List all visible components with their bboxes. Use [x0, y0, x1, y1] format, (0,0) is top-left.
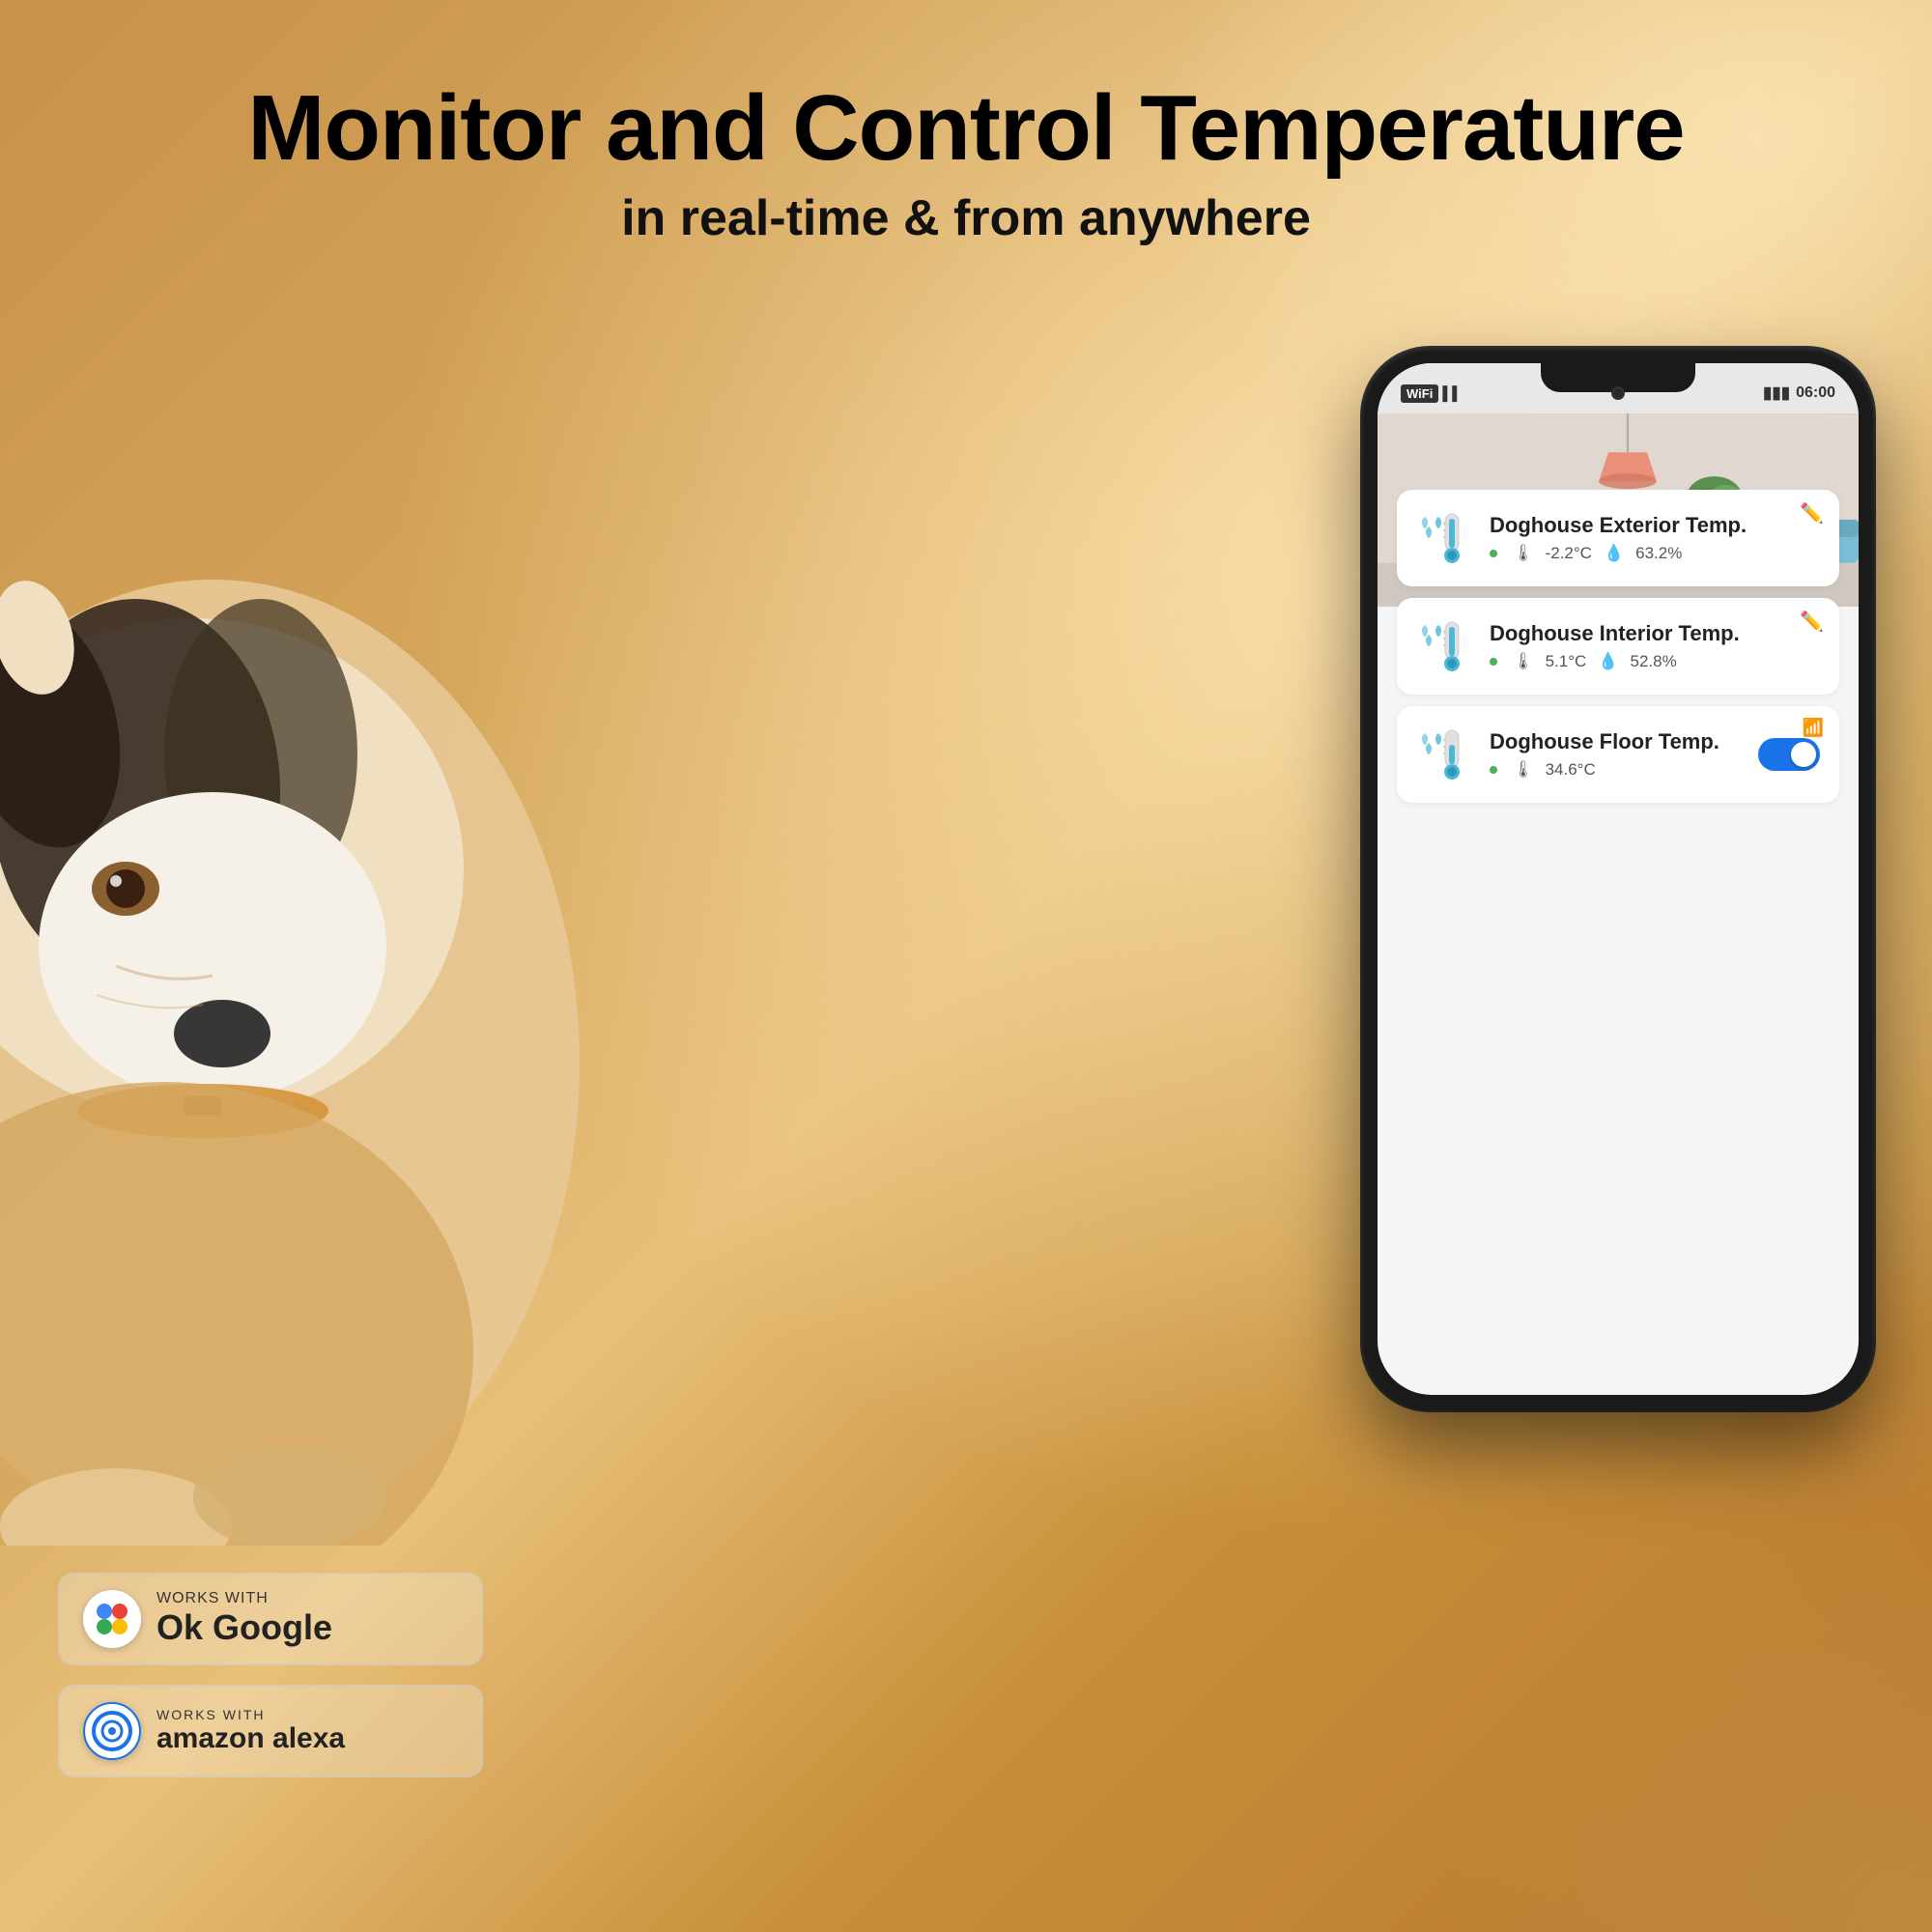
device-info-floor: Doghouse Floor Temp. 🌡 34.6°C	[1490, 729, 1743, 780]
device-stats-interior: 🌡 5.1°C 💧 52.8%	[1490, 652, 1820, 671]
status-dot-exterior	[1490, 550, 1497, 557]
temp-value-interior: 5.1°C	[1546, 652, 1587, 671]
phone-mockup: WiFi ▌▌ ▮▮▮ 06:00	[1362, 348, 1874, 1410]
humidity-icon-2: 💧	[1598, 652, 1618, 671]
edit-icon-interior[interactable]: ✏️	[1800, 610, 1824, 634]
humidity-value-exterior: 63.2%	[1635, 544, 1682, 563]
temp-icon-small-2: 🌡	[1513, 652, 1534, 671]
main-title: Monitor and Control Temperature	[39, 77, 1893, 180]
google-logo-svg	[91, 1598, 133, 1640]
status-bar-left: WiFi ▌▌	[1401, 384, 1462, 403]
phone-outer: WiFi ▌▌ ▮▮▮ 06:00	[1362, 348, 1874, 1410]
alexa-badge: WORKS WITH amazon alexa	[58, 1685, 483, 1777]
device-card-exterior[interactable]: Doghouse Exterior Temp. 🌡 -2.2°C 💧 63.2%…	[1397, 490, 1839, 586]
time-display: 06:00	[1796, 384, 1835, 402]
alexa-works-with-label: WORKS WITH	[156, 1707, 345, 1722]
device-list: Doghouse Exterior Temp. 🌡 -2.2°C 💧 63.2%…	[1378, 474, 1859, 818]
thermometer-drops-icon-2	[1419, 617, 1472, 675]
device-info-exterior: Doghouse Exterior Temp. 🌡 -2.2°C 💧 63.2%	[1490, 513, 1820, 563]
header-section: Monitor and Control Temperature in real-…	[0, 77, 1932, 247]
device-card-interior[interactable]: Doghouse Interior Temp. 🌡 5.1°C 💧 52.8% …	[1397, 598, 1839, 695]
temp-value-floor: 34.6°C	[1546, 760, 1596, 780]
device-info-interior: Doghouse Interior Temp. 🌡 5.1°C 💧 52.8%	[1490, 621, 1820, 671]
device-name-interior: Doghouse Interior Temp.	[1490, 621, 1820, 646]
alexa-logo-svg	[91, 1710, 133, 1752]
temp-icon-small: 🌡	[1513, 544, 1534, 563]
status-dot-interior	[1490, 658, 1497, 666]
thermometer-drops-icon-3	[1419, 725, 1472, 783]
phone-notch	[1541, 363, 1695, 392]
google-brand-label: Ok Google	[156, 1607, 332, 1648]
toggle-knob	[1791, 742, 1816, 767]
alexa-badge-text: WORKS WITH amazon alexa	[156, 1707, 345, 1755]
google-icon	[83, 1590, 141, 1648]
toggle-floor[interactable]	[1758, 738, 1820, 771]
device-icon-interior	[1416, 617, 1474, 675]
device-icon-exterior	[1416, 509, 1474, 567]
wifi-icon-floor: 📶	[1803, 718, 1824, 738]
wifi-label: WiFi	[1401, 384, 1438, 403]
google-badge: works with Ok Google	[58, 1573, 483, 1665]
phone-camera	[1611, 386, 1625, 400]
device-card-floor[interactable]: Doghouse Floor Temp. 🌡 34.6°C 📶	[1397, 706, 1839, 803]
status-bar-right: ▮▮▮ 06:00	[1763, 384, 1835, 403]
battery-icon: ▮▮▮	[1763, 384, 1790, 403]
phone-screen: WiFi ▌▌ ▮▮▮ 06:00	[1378, 363, 1859, 1395]
humidity-value-interior: 52.8%	[1630, 652, 1676, 671]
device-stats-floor: 🌡 34.6°C	[1490, 760, 1743, 780]
thermometer-drops-icon-1	[1419, 509, 1472, 567]
device-name-exterior: Doghouse Exterior Temp.	[1490, 513, 1820, 538]
device-stats-exterior: 🌡 -2.2°C 💧 63.2%	[1490, 544, 1820, 563]
temp-value-exterior: -2.2°C	[1546, 544, 1592, 563]
edit-icon-exterior[interactable]: ✏️	[1800, 501, 1824, 526]
google-works-with-label: works with	[156, 1590, 332, 1607]
alexa-icon	[83, 1702, 141, 1760]
alexa-brand-label: amazon alexa	[156, 1722, 345, 1755]
husky-dog-illustration	[0, 193, 696, 1546]
humidity-icon: 💧	[1604, 544, 1624, 563]
sub-title: in real-time & from anywhere	[39, 189, 1893, 247]
device-icon-floor	[1416, 725, 1474, 783]
compatibility-badges: works with Ok Google WORKS WITH amazon a…	[58, 1573, 483, 1777]
google-badge-text: works with Ok Google	[156, 1590, 332, 1648]
network-icon: ▌▌	[1442, 385, 1462, 401]
device-name-floor: Doghouse Floor Temp.	[1490, 729, 1743, 754]
temp-icon-small-3: 🌡	[1513, 760, 1534, 780]
background-warm	[1352, 1449, 1932, 1932]
status-dot-floor	[1490, 766, 1497, 774]
